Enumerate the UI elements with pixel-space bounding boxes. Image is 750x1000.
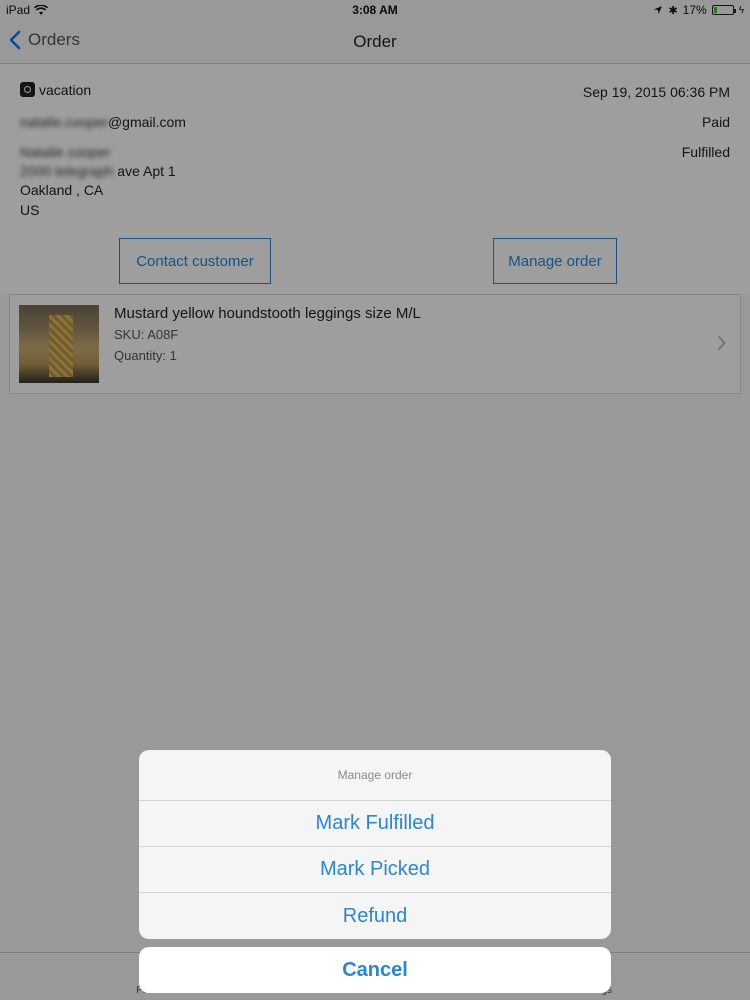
mark-picked-button[interactable]: Mark Picked [139,847,611,893]
action-sheet-title: Manage order [139,750,611,801]
refund-button[interactable]: Refund [139,893,611,939]
mark-fulfilled-button[interactable]: Mark Fulfilled [139,801,611,847]
action-sheet: Manage order Mark Fulfilled Mark Picked … [139,750,611,993]
action-sheet-options: Manage order Mark Fulfilled Mark Picked … [139,750,611,939]
cancel-button[interactable]: Cancel [139,947,611,993]
